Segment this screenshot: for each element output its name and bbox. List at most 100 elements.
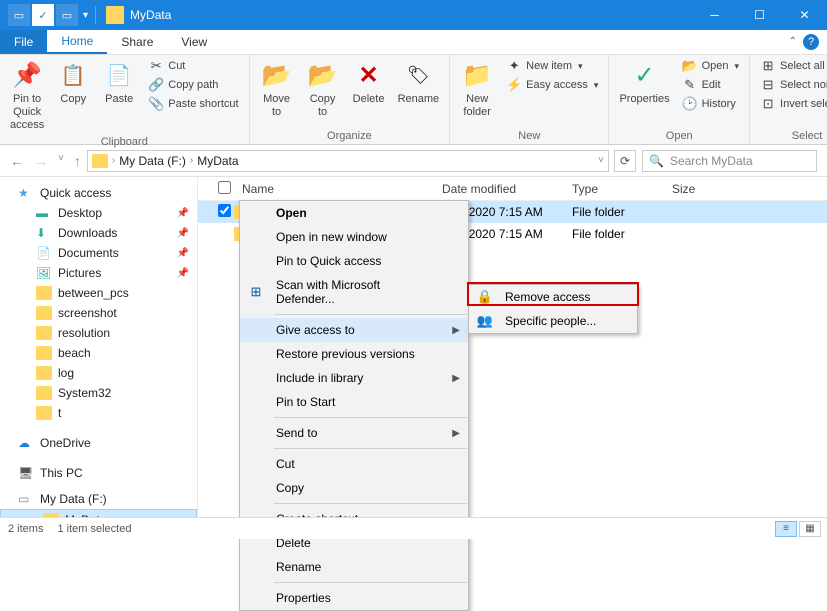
sidebar-resolution[interactable]: resolution: [0, 323, 197, 343]
pin-to-quick-access-button[interactable]: 📌 Pin to Quick access: [6, 57, 48, 135]
sidebar-desktop[interactable]: ▬Desktop📌: [0, 203, 197, 223]
select-all-checkbox[interactable]: [218, 181, 231, 194]
chevron-icon[interactable]: ›: [190, 155, 193, 166]
col-size[interactable]: Size: [664, 182, 744, 196]
copy-path-button[interactable]: 🔗Copy path: [144, 76, 242, 94]
menu-give-access-to[interactable]: Give access to▶: [240, 318, 468, 342]
up-button[interactable]: ↑: [74, 153, 81, 169]
context-menu: Open Open in new window Pin to Quick acc…: [239, 200, 469, 611]
menu-properties[interactable]: Properties: [240, 586, 468, 610]
ribbon-group-new: 📁New folder ✦New item▾ ⚡Easy access▾ New: [450, 55, 609, 144]
sidebar-my-data[interactable]: ▭My Data (F:): [0, 489, 197, 509]
menu-open[interactable]: Open: [240, 201, 468, 225]
menu-restore-previous[interactable]: Restore previous versions: [240, 342, 468, 366]
search-box[interactable]: 🔍 Search MyData: [642, 150, 817, 172]
new-item-button[interactable]: ✦New item▾: [502, 57, 602, 75]
tab-file[interactable]: File: [0, 30, 47, 54]
address-folder-icon: [92, 154, 108, 168]
ribbon-group-select: ⊞Select all ⊟Select none ⊡Invert selecti…: [750, 55, 827, 144]
forward-button[interactable]: →: [34, 153, 48, 169]
cut-button[interactable]: ✂Cut: [144, 57, 242, 75]
qat-icon-2[interactable]: ✓: [32, 4, 54, 26]
new-folder-button[interactable]: 📁New folder: [456, 57, 498, 121]
disk-icon: ▭: [18, 492, 34, 506]
tab-view[interactable]: View: [167, 30, 221, 54]
sidebar-t[interactable]: t: [0, 403, 197, 423]
rename-button[interactable]: 🏷Rename: [394, 57, 444, 108]
qat-icon-1[interactable]: ▭: [8, 4, 30, 26]
back-button[interactable]: ←: [10, 153, 24, 169]
address-dropdown-icon[interactable]: ˅: [598, 155, 604, 166]
desktop-icon: ▬: [36, 206, 52, 220]
row-checkbox[interactable]: [218, 204, 231, 217]
tab-share[interactable]: Share: [107, 30, 167, 54]
col-name[interactable]: Name: [234, 182, 434, 196]
sidebar-this-pc[interactable]: 🖥This PC: [0, 463, 197, 483]
sidebar-beach[interactable]: beach: [0, 343, 197, 363]
sidebar-between-pcs[interactable]: between_pcs: [0, 283, 197, 303]
help-button[interactable]: ?: [803, 34, 819, 50]
sidebar-system32[interactable]: System32: [0, 383, 197, 403]
menu-include-in-library[interactable]: Include in library▶: [240, 366, 468, 390]
sidebar-documents[interactable]: 📄Documents📌: [0, 243, 197, 263]
easy-access-button[interactable]: ⚡Easy access▾: [502, 76, 602, 94]
nav-bar: ← → ˅ ↑ › My Data (F:) › MyData ˅ ⟳ 🔍 Se…: [0, 145, 827, 177]
pc-icon: 🖥: [18, 466, 34, 480]
address-seg-2[interactable]: MyData: [197, 154, 238, 168]
view-large-icons-button[interactable]: ▦: [799, 521, 821, 537]
submenu-specific-people[interactable]: 👥Specific people...: [469, 309, 637, 333]
folder-icon: [36, 406, 52, 420]
folder-icon: [36, 346, 52, 360]
submenu-remove-access[interactable]: 🔒Remove access: [469, 285, 637, 309]
menu-open-new-window[interactable]: Open in new window: [240, 225, 468, 249]
menu-pin-quick-access[interactable]: Pin to Quick access: [240, 249, 468, 273]
copy-to-button[interactable]: 📂Copy to: [302, 57, 344, 121]
menu-rename[interactable]: Rename: [240, 555, 468, 579]
maximize-button[interactable]: ☐: [737, 0, 782, 30]
address-bar[interactable]: › My Data (F:) › MyData ˅: [87, 150, 609, 172]
sidebar-onedrive[interactable]: ☁OneDrive: [0, 433, 197, 453]
chevron-icon[interactable]: ›: [112, 155, 115, 166]
col-type[interactable]: Type: [564, 182, 664, 196]
menu-copy[interactable]: Copy: [240, 476, 468, 500]
search-placeholder: Search MyData: [670, 154, 753, 168]
sidebar-pictures[interactable]: 🖼Pictures📌: [0, 263, 197, 283]
sidebar-screenshot[interactable]: screenshot: [0, 303, 197, 323]
invert-icon: ⊡: [760, 96, 776, 112]
menu-scan-defender[interactable]: ⊞Scan with Microsoft Defender...: [240, 273, 468, 311]
paste-shortcut-button[interactable]: 📎Paste shortcut: [144, 95, 242, 113]
sidebar-quick-access[interactable]: ★Quick access: [0, 183, 197, 203]
properties-button[interactable]: ✓Properties: [615, 57, 673, 108]
sidebar-downloads[interactable]: ⬇Downloads📌: [0, 223, 197, 243]
rename-icon: 🏷: [402, 59, 434, 91]
downloads-icon: ⬇: [36, 226, 52, 240]
history-button[interactable]: 🕑History: [678, 95, 743, 113]
copy-button[interactable]: 📋 Copy: [52, 57, 94, 108]
recent-dropdown[interactable]: ˅: [58, 153, 64, 169]
tab-home[interactable]: Home: [47, 30, 107, 54]
edit-button[interactable]: ✎Edit: [678, 76, 743, 94]
col-date[interactable]: Date modified: [434, 182, 564, 196]
close-button[interactable]: ✕: [782, 0, 827, 30]
select-all-button[interactable]: ⊞Select all: [756, 57, 827, 75]
select-none-button[interactable]: ⊟Select none: [756, 76, 827, 94]
view-details-button[interactable]: ≡: [775, 521, 797, 537]
address-seg-1[interactable]: My Data (F:): [119, 154, 186, 168]
paste-shortcut-icon: 📎: [148, 96, 164, 112]
move-to-button[interactable]: 📂Move to: [256, 57, 298, 121]
qat-icon-3[interactable]: ▭: [56, 4, 78, 26]
quick-access-toolbar: ▭ ✓ ▭ ▾: [0, 4, 91, 26]
open-button[interactable]: 📂Open▾: [678, 57, 743, 75]
menu-pin-to-start[interactable]: Pin to Start: [240, 390, 468, 414]
qat-dropdown-icon[interactable]: ▾: [80, 10, 91, 21]
invert-selection-button[interactable]: ⊡Invert selection: [756, 95, 827, 113]
menu-send-to[interactable]: Send to▶: [240, 421, 468, 445]
sidebar-log[interactable]: log: [0, 363, 197, 383]
menu-cut[interactable]: Cut: [240, 452, 468, 476]
sidebar-mydata[interactable]: MyData: [0, 509, 197, 517]
refresh-button[interactable]: ⟳: [614, 150, 636, 172]
paste-button[interactable]: 📄 Paste: [98, 57, 140, 108]
minimize-button[interactable]: ─: [692, 0, 737, 30]
delete-button[interactable]: ✕Delete: [348, 57, 390, 108]
ribbon-collapse-icon[interactable]: ⌃: [789, 36, 797, 47]
